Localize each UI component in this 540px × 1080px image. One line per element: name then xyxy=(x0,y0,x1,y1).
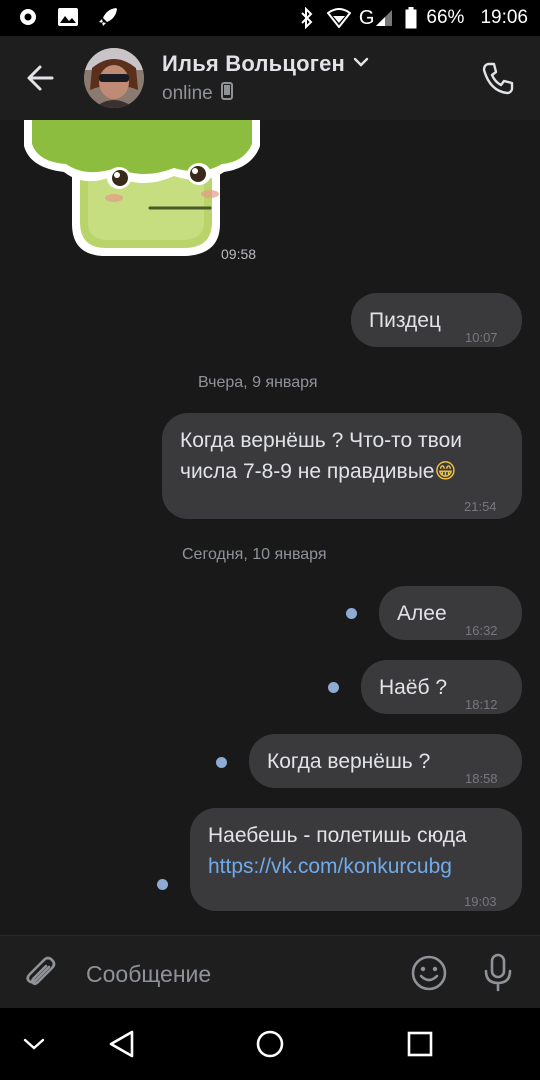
grinning-emoji: 😁 xyxy=(434,459,457,483)
emoji-icon[interactable] xyxy=(410,954,448,992)
unread-indicator xyxy=(157,879,168,890)
message-text: Наебешь - полетишь сюда xyxy=(208,824,467,847)
battery-percent: 66% xyxy=(426,7,465,28)
chat-header: Илья Вольцоген online xyxy=(0,36,540,120)
message-link[interactable]: https://vk.com/konkurcubg xyxy=(208,851,452,882)
attach-icon[interactable] xyxy=(22,954,60,992)
message-bubble[interactable]: Наебешь - полетишь сюда https://vk.com/k… xyxy=(190,808,522,911)
wifi-icon xyxy=(326,6,351,30)
mic-icon[interactable] xyxy=(481,952,515,992)
bluetooth-icon xyxy=(295,6,319,30)
message-bubble[interactable]: Наёб ? 18:12 xyxy=(361,660,522,714)
signal-icon xyxy=(372,6,396,30)
message-composer xyxy=(0,935,540,1008)
message-text: Когда вернёшь ? xyxy=(267,750,431,773)
unread-indicator xyxy=(216,757,227,768)
unread-indicator xyxy=(346,608,357,619)
contact-name: Илья Вольцоген xyxy=(162,51,345,76)
phone-device-icon xyxy=(220,82,233,106)
message-time: 18:58 xyxy=(465,771,498,786)
presence-text: online xyxy=(162,83,213,104)
gallery-icon xyxy=(56,5,80,29)
message-text: Пиздец xyxy=(369,309,441,332)
contact-name-row[interactable]: Илья Вольцоген xyxy=(162,51,369,77)
date-separator: Сегодня, 10 января xyxy=(182,546,327,563)
home-icon[interactable] xyxy=(252,1026,288,1062)
message-time: 19:03 xyxy=(464,894,497,909)
message-bubble[interactable]: Когда вернёшь ? 18:58 xyxy=(249,734,522,788)
message-time: 10:07 xyxy=(465,330,498,345)
message-time: 09:58 xyxy=(221,246,257,262)
message-text-line-2: числа 7-8-9 не правдивые xyxy=(180,460,435,483)
back-icon[interactable] xyxy=(104,1026,140,1062)
message-input[interactable] xyxy=(86,958,386,990)
message-text: Алее xyxy=(397,602,447,625)
back-arrow-icon[interactable] xyxy=(22,58,62,98)
message-bubble[interactable]: Алее 16:32 xyxy=(379,586,522,640)
clock: 19:06 xyxy=(480,7,528,28)
date-separator: Вчера, 9 января xyxy=(198,374,318,391)
rocket-icon xyxy=(96,5,120,29)
status-bar: G 66% 19:06 xyxy=(0,0,540,36)
navigation-bar xyxy=(0,1008,540,1080)
hide-keyboard-icon[interactable] xyxy=(16,1026,52,1062)
message-text-line-2-row: числа 7-8-9 не правдивые😁 xyxy=(180,456,456,487)
chevron-down-icon xyxy=(353,55,369,73)
record-icon xyxy=(16,5,40,29)
message-time: 18:12 xyxy=(465,697,498,712)
broccoli-sticker[interactable] xyxy=(24,120,264,266)
message-bubble[interactable]: Когда вернёшь ? Что-то твои числа 7-8-9 … xyxy=(162,413,522,519)
avatar[interactable] xyxy=(84,48,144,108)
message-time: 21:54 xyxy=(464,499,497,514)
message-list[interactable]: 09:58 Пиздец 10:07 Вчера, 9 января Когда… xyxy=(0,120,540,935)
presence-status: online xyxy=(162,82,233,106)
call-icon[interactable] xyxy=(478,58,518,98)
battery-icon xyxy=(404,6,418,30)
message-bubble[interactable]: Пиздец 10:07 xyxy=(351,293,522,347)
message-time: 16:32 xyxy=(465,623,498,638)
unread-indicator xyxy=(328,682,339,693)
message-text: Наёб ? xyxy=(379,676,448,699)
message-text-line-1: Когда вернёшь ? Что-то твои xyxy=(180,429,462,452)
recents-icon[interactable] xyxy=(402,1026,438,1062)
